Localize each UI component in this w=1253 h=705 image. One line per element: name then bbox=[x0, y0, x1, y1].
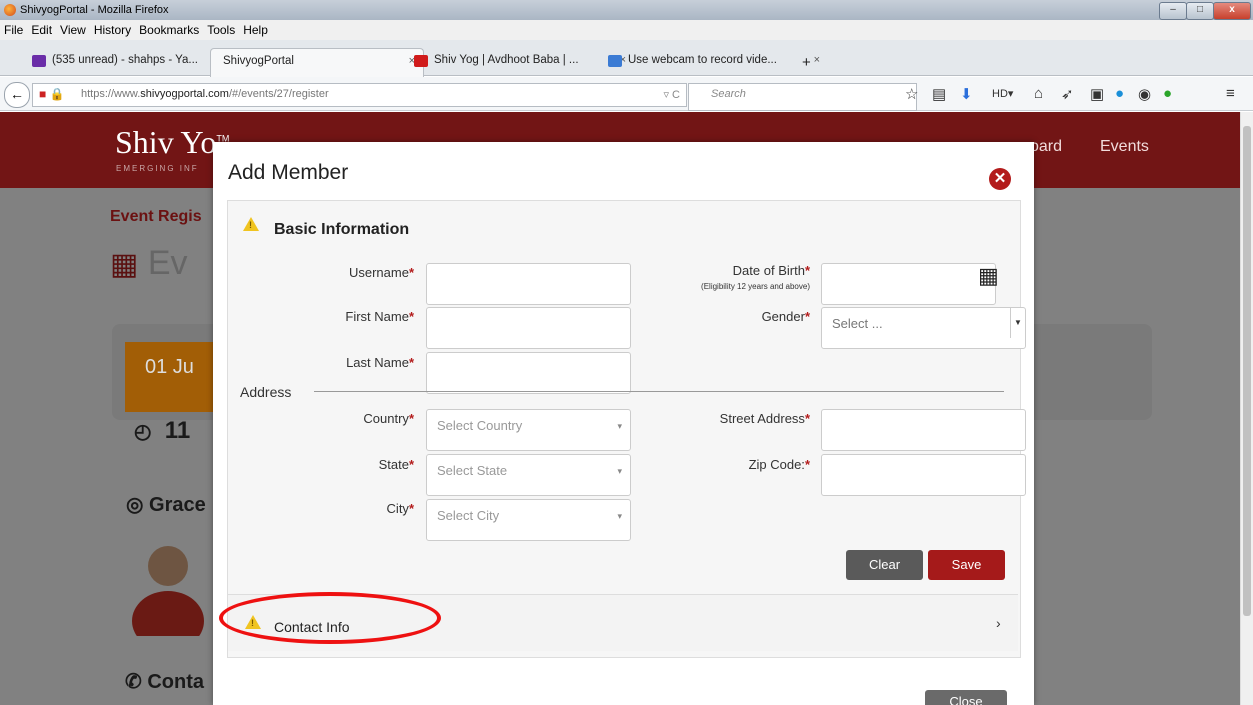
calendar-icon: ▦ bbox=[110, 248, 139, 281]
youtube-icon bbox=[414, 55, 428, 67]
calendar-icon[interactable]: ▦ bbox=[978, 263, 999, 289]
add-member-modal: Add Member ✕ ! Basic Information Usernam… bbox=[213, 142, 1034, 705]
menu-edit[interactable]: Edit bbox=[27, 20, 56, 37]
gender-label: Gender* bbox=[761, 309, 810, 324]
navigation-bar: ← ■ 🔒 https://www.shivyogportal.com/#/ev… bbox=[0, 77, 1253, 111]
url-text: https://www.shivyogportal.com/#/events/2… bbox=[81, 88, 329, 100]
highlight-annotation-circle bbox=[219, 592, 441, 644]
dob-label: Date of Birth* bbox=[732, 263, 810, 278]
country-select[interactable]: Select Country ▾ bbox=[426, 409, 631, 451]
scrollbar-thumb[interactable] bbox=[1243, 126, 1251, 616]
hd-addon-icon[interactable]: HD▾ bbox=[992, 87, 1013, 100]
address-divider bbox=[314, 391, 1004, 392]
tab-label: ShivyogPortal bbox=[223, 55, 294, 67]
google-icon bbox=[608, 55, 622, 67]
gender-select[interactable]: Select ... ▼ bbox=[821, 307, 1026, 349]
window-titlebar: ShivyogPortal - Mozilla Firefox – □ x bbox=[0, 0, 1253, 20]
reading-list-icon[interactable]: ▤ bbox=[932, 85, 946, 103]
country-label: Country* bbox=[363, 411, 414, 426]
address-heading: Address bbox=[240, 384, 304, 400]
zip-code-input[interactable] bbox=[821, 454, 1026, 496]
grace-heading: ◎ Grace bbox=[126, 494, 206, 516]
contact-heading: ✆ Conta bbox=[125, 671, 204, 693]
chevron-down-icon[interactable]: ▼ bbox=[1010, 308, 1025, 338]
mail-icon bbox=[32, 55, 46, 67]
bookmark-star-icon[interactable]: ☆ bbox=[905, 85, 918, 103]
search-placeholder: Search bbox=[711, 88, 746, 100]
modal-close-icon[interactable]: ✕ bbox=[989, 168, 1011, 190]
page-title: ▦ Ev bbox=[110, 244, 188, 282]
username-input[interactable] bbox=[426, 263, 631, 305]
street-address-label: Street Address* bbox=[719, 411, 810, 426]
clock-icon: ◴ bbox=[134, 421, 152, 443]
last-name-label: Last Name* bbox=[346, 355, 414, 370]
phone-icon: ✆ bbox=[125, 671, 142, 693]
chevron-right-icon[interactable]: › bbox=[996, 615, 1001, 631]
zip-code-label: Zip Code:* bbox=[748, 457, 810, 472]
home-icon[interactable]: ⌂ bbox=[1034, 85, 1043, 102]
menu-help[interactable]: Help bbox=[239, 20, 272, 37]
clear-button[interactable]: Clear bbox=[846, 550, 923, 580]
menu-bookmarks[interactable]: Bookmarks bbox=[135, 20, 203, 37]
window-close-button[interactable]: x bbox=[1213, 2, 1251, 20]
firefox-icon bbox=[4, 4, 16, 16]
site-tagline: EMERGING INF bbox=[116, 164, 199, 173]
last-name-input[interactable] bbox=[426, 352, 631, 394]
guru-photo bbox=[132, 546, 204, 636]
url-bar[interactable]: ■ 🔒 https://www.shivyogportal.com/#/even… bbox=[32, 83, 687, 107]
event-time: ◴ 11 bbox=[134, 417, 191, 444]
dob-input[interactable] bbox=[821, 263, 996, 305]
menu-bar: File Edit View History Bookmarks Tools Help bbox=[0, 20, 1253, 40]
minimize-button[interactable]: – bbox=[1159, 2, 1187, 20]
addon-badge-icon[interactable]: ● bbox=[1163, 85, 1172, 102]
member-form-panel: ! Basic Information Username* First Name… bbox=[227, 200, 1026, 658]
menu-file[interactable]: File bbox=[0, 20, 27, 37]
download-icon[interactable]: ⬇ bbox=[960, 85, 973, 103]
hamburger-menu-icon[interactable]: ≡ bbox=[1226, 85, 1235, 102]
state-label: State* bbox=[378, 457, 414, 472]
modal-title: Add Member bbox=[228, 161, 349, 184]
city-select[interactable]: Select City ▾ bbox=[426, 499, 631, 541]
state-select[interactable]: Select State ▾ bbox=[426, 454, 631, 496]
menu-history[interactable]: History bbox=[90, 20, 135, 37]
username-label: Username* bbox=[348, 265, 414, 280]
search-field[interactable]: Search bbox=[688, 83, 917, 111]
save-button[interactable]: Save bbox=[928, 550, 1005, 580]
nav-dashboard[interactable]: oard bbox=[1030, 138, 1062, 156]
page-scrollbar[interactable] bbox=[1240, 112, 1253, 705]
window-title: ShivyogPortal - Mozilla Firefox bbox=[20, 4, 169, 16]
city-label: City* bbox=[386, 501, 414, 516]
page-breadcrumb: Event Regis bbox=[110, 208, 202, 225]
dob-note: (Eligibility 12 years and above) bbox=[701, 282, 810, 291]
menu-tools[interactable]: Tools bbox=[203, 20, 239, 37]
chat-icon[interactable]: ◉ bbox=[1138, 85, 1151, 103]
warning-icon: ! bbox=[243, 217, 259, 231]
street-address-input[interactable] bbox=[821, 409, 1026, 451]
reload-icon[interactable]: ▿ C bbox=[663, 88, 680, 101]
menu-view[interactable]: View bbox=[56, 20, 90, 37]
site-identity-icon[interactable]: ■ 🔒 bbox=[39, 87, 65, 101]
tab-bar: (535 unread) - shahps - Ya... × ShivyogP… bbox=[0, 40, 1253, 83]
chevron-down-icon: ▾ bbox=[617, 421, 622, 431]
youtube-addon-icon[interactable]: ▣ bbox=[1090, 85, 1104, 103]
skype-icon[interactable]: ● bbox=[1115, 85, 1124, 102]
maximize-button[interactable]: □ bbox=[1186, 2, 1214, 20]
chevron-down-icon: ▾ bbox=[617, 466, 622, 476]
nav-events[interactable]: Events bbox=[1100, 138, 1149, 156]
basic-info-heading: Basic Information bbox=[274, 221, 410, 238]
first-name-input[interactable] bbox=[426, 307, 631, 349]
tab-label: Shiv Yog | Avdhoot Baba | ... bbox=[434, 54, 579, 66]
send-icon[interactable]: ➶ bbox=[1061, 85, 1074, 103]
first-name-label: First Name* bbox=[345, 309, 414, 324]
chevron-down-icon: ▾ bbox=[617, 511, 622, 521]
close-button[interactable]: Close bbox=[925, 690, 1007, 705]
tab-label: (535 unread) - shahps - Ya... bbox=[52, 54, 198, 66]
target-icon: ◎ bbox=[126, 494, 144, 516]
tab-label: Use webcam to record vide... bbox=[628, 54, 777, 66]
back-arrow-icon[interactable]: ← bbox=[4, 82, 30, 108]
